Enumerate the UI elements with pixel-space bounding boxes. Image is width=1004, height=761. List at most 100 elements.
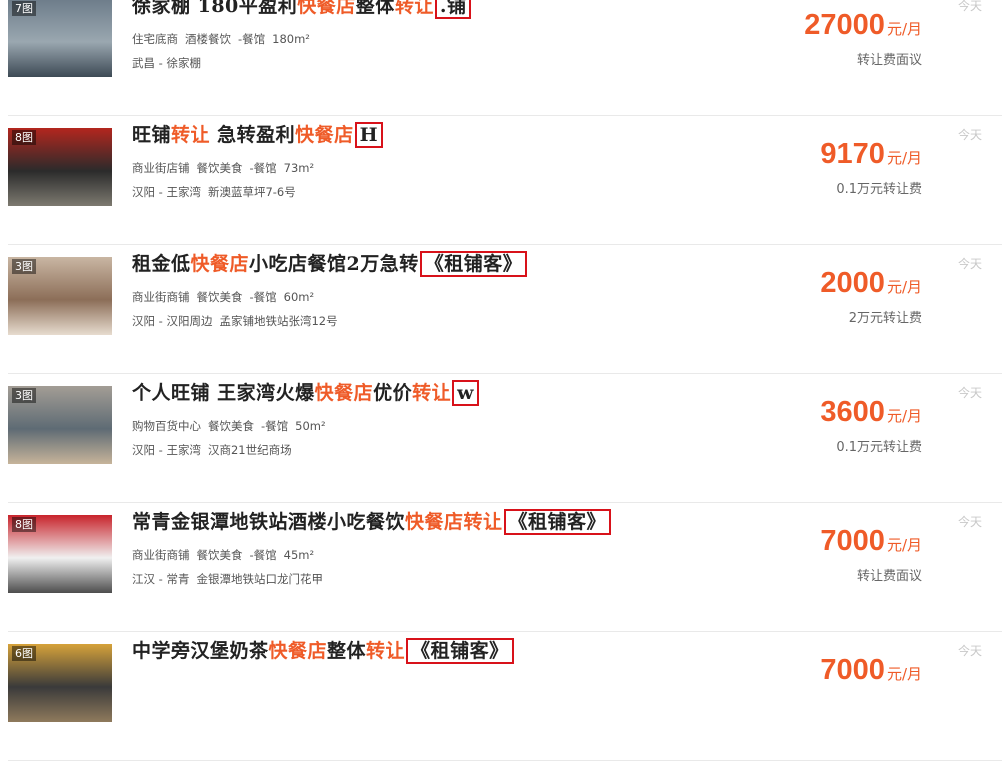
price-value: 7000: [820, 654, 885, 686]
attribute-tag: 商业街商铺: [132, 290, 190, 304]
listing-location: 汉阳 - 王家湾 汉商21世纪商场: [132, 442, 292, 458]
photo-count-badge: 8图: [12, 130, 36, 145]
listing-title-link[interactable]: 中学旁汉堡奶茶快餐店整体转让 《租铺客》: [132, 636, 514, 666]
price-value: 2000: [820, 267, 885, 299]
district-link[interactable]: 汉阳: [132, 443, 155, 457]
title-suffix-marked: 《租铺客》: [503, 509, 612, 535]
attribute-tag: -餐馆: [249, 548, 277, 562]
listing-thumbnail[interactable]: 6图: [8, 644, 112, 722]
title-keyword-highlight: 快餐店: [190, 253, 250, 275]
title-suffix-marked: 《租铺客》: [419, 251, 528, 277]
attribute-tag: -餐馆: [249, 290, 277, 304]
transfer-fee: 0.1万元转让费: [836, 182, 922, 197]
attribute-tag: 180m²: [272, 32, 310, 46]
title-text: 中学旁汉堡奶茶: [132, 640, 269, 662]
transfer-fee: 0.1万元转让费: [836, 440, 922, 455]
listing-title-link[interactable]: 租金低快餐店小吃店餐馆2万急转 《租铺客》: [132, 249, 528, 279]
attribute-tag: 餐饮美食: [196, 290, 243, 304]
attribute-tag: 购物百货中心: [132, 419, 201, 433]
price-value: 7000: [820, 525, 885, 557]
title-suffix-marked: 《租铺客》: [406, 638, 514, 664]
location-separator: -: [155, 56, 167, 70]
title-text: 小吃店餐馆2万急转: [249, 253, 419, 275]
title-keyword-highlight: 快餐店: [297, 0, 356, 17]
post-date: 今天: [957, 386, 982, 400]
listing-title-link[interactable]: 常青金银潭地铁站酒楼小吃餐饮快餐店转让 《租铺客》: [132, 507, 612, 537]
title-keyword-highlight: 转让: [463, 511, 503, 533]
area-link[interactable]: 王家湾: [166, 443, 201, 457]
title-keyword-highlight: 转让: [412, 382, 452, 404]
area-link[interactable]: 常青: [166, 572, 189, 586]
listing-item[interactable]: 3图 个人旺铺 王家湾火爆快餐店优价转让 w 购物百货中心 餐饮美食 -餐馆 50m² 汉阳 …: [8, 374, 1002, 503]
listing-thumbnail[interactable]: 7图: [8, 0, 112, 77]
district-link[interactable]: 江汉: [132, 572, 155, 586]
area-link[interactable]: 徐家棚: [166, 56, 201, 70]
listing-location: 汉阳 - 汉阳周边 孟家铺地铁站张湾12号: [132, 313, 338, 329]
photo-count-badge: 3图: [12, 259, 36, 274]
title-text: 整体: [327, 640, 367, 662]
attribute-tag: 45m²: [283, 548, 315, 562]
listing-thumbnail[interactable]: 8图: [8, 515, 112, 593]
attribute-tag: 50m²: [295, 419, 326, 433]
title-keyword-highlight: 转让: [394, 0, 434, 17]
area-link[interactable]: 汉阳周边: [166, 314, 212, 328]
title-keyword-highlight: 快餐店: [295, 124, 354, 146]
location-separator: -: [155, 443, 167, 457]
listing-thumbnail[interactable]: 8图: [8, 128, 112, 206]
title-text: 徐家棚 180平盈利: [132, 0, 298, 17]
listing-item[interactable]: 6图 中学旁汉堡奶茶快餐店整体转让 《租铺客》 7000 元/月 今天: [8, 632, 1002, 761]
rent-price: 7000 元/月: [820, 654, 922, 687]
attribute-tag: -餐馆: [238, 32, 266, 46]
price-unit: 元/月: [886, 407, 922, 425]
listing-item[interactable]: 3图 租金低快餐店小吃店餐馆2万急转 《租铺客》商业街商铺 餐饮美食 -餐馆 60m² 汉阳…: [8, 245, 1002, 374]
listing-title-link[interactable]: 徐家棚 180平盈利快餐店整体转让 .铺: [132, 0, 472, 21]
post-date: 今天: [957, 515, 982, 529]
rent-price: 7000 元/月: [820, 525, 922, 558]
attribute-tag: 73m²: [283, 161, 315, 175]
listing-thumbnail[interactable]: 3图: [8, 257, 112, 335]
title-text: 优价: [373, 382, 413, 404]
attribute-tag: 商业街店铺: [132, 161, 190, 175]
listing-attributes: 商业街商铺 餐饮美食 -餐馆 60m²: [132, 289, 321, 305]
price-unit: 元/月: [886, 536, 922, 554]
attribute-tag: -餐馆: [261, 419, 289, 433]
photo-count-badge: 6图: [12, 646, 36, 661]
title-keyword-highlight: 转让: [366, 640, 406, 662]
attribute-tag: 住宅底商: [132, 32, 178, 46]
post-date: 今天: [957, 644, 982, 658]
district-link[interactable]: 汉阳: [132, 314, 155, 328]
listing-title-link[interactable]: 旺铺转让 急转盈利快餐店 H: [132, 120, 384, 150]
area-link[interactable]: 王家湾: [166, 185, 201, 199]
district-link[interactable]: 汉阳: [132, 185, 155, 199]
listing-item[interactable]: 8图 常青金银潭地铁站酒楼小吃餐饮快餐店转让 《租铺客》 商业街商铺 餐饮美食 -餐馆 45…: [8, 503, 1002, 632]
post-date: 今天: [957, 257, 982, 271]
rent-price: 2000 元/月: [820, 267, 922, 300]
attribute-tag: -餐馆: [249, 161, 277, 175]
price-unit: 元/月: [886, 278, 922, 296]
attribute-tag: 餐饮美食: [208, 419, 254, 433]
listing-thumbnail[interactable]: 3图: [8, 386, 112, 464]
price-unit: 元/月: [886, 20, 922, 38]
attribute-tag: 60m²: [283, 290, 315, 304]
title-keyword-highlight: 转让: [171, 124, 211, 146]
price-value: 9170: [820, 138, 885, 170]
street-address: 金银潭地铁站口龙门花甲: [196, 572, 323, 586]
listing-item[interactable]: 8图 旺铺转让 急转盈利快餐店 H 商业街店铺 餐饮美食 -餐馆 73m² 汉阳 - 王家湾新…: [8, 116, 1002, 245]
title-text: 常青金银潭地铁站酒楼小吃餐饮: [132, 511, 406, 533]
price-unit: 元/月: [886, 665, 922, 683]
listing-location: 武昌 - 徐家棚: [132, 55, 201, 71]
listing-attributes: 购物百货中心 餐饮美食 -餐馆 50m²: [132, 418, 333, 434]
title-keyword-highlight: 快餐店: [314, 382, 374, 404]
transfer-fee: 转让费面议: [856, 53, 922, 68]
district-link[interactable]: 武昌: [132, 56, 155, 70]
listing-item[interactable]: 7图 徐家棚 180平盈利快餐店整体转让 .铺 住宅底商 酒楼餐饮 -餐馆 180m² 武昌 …: [8, 0, 1002, 116]
title-text: 急转盈利: [210, 124, 296, 146]
attribute-tag: 餐饮美食: [196, 161, 243, 175]
listing-attributes: 住宅底商 酒楼餐饮 -餐馆 180m²: [132, 31, 317, 47]
price-unit: 元/月: [886, 149, 922, 167]
title-keyword-highlight: 快餐店: [268, 640, 328, 662]
listing-location: 江汉 - 常青 金银潭地铁站口龙门花甲: [132, 571, 323, 587]
attribute-tag: 商业街商铺: [132, 548, 190, 562]
listing-title-link[interactable]: 个人旺铺 王家湾火爆快餐店优价转让 w: [132, 378, 480, 408]
photo-count-badge: 3图: [12, 388, 36, 403]
